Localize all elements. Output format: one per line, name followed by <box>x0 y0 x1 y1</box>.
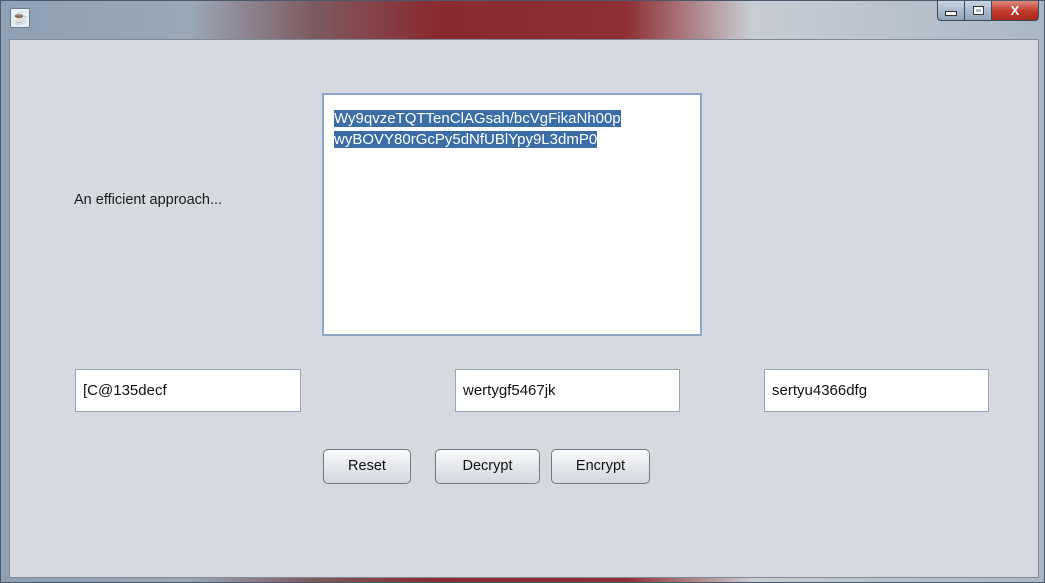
minimize-icon <box>945 11 957 16</box>
application-window: ☕ X An efficient approach... Wy9qvzeTQTT… <box>0 0 1045 583</box>
description-label: An efficient approach... <box>74 192 223 208</box>
reset-button[interactable]: Reset <box>323 449 411 484</box>
close-icon: X <box>1010 3 1020 18</box>
minimize-button[interactable] <box>937 1 965 21</box>
close-button[interactable]: X <box>992 1 1039 21</box>
window-controls: X <box>937 1 1039 23</box>
char-array-field[interactable]: [C@135decf <box>75 369 301 412</box>
selected-text-line-1: Wy9qvzeTQTTenClAGsah/bcVgFikaNh00p <box>334 110 621 127</box>
maximize-button[interactable] <box>965 1 992 21</box>
key-field[interactable]: wertygf5467jk <box>455 369 680 412</box>
maximize-icon <box>972 6 984 15</box>
selected-text-line-2: wyBOVY80rGcPy5dNfUBlYpy9L3dmP0 <box>334 131 598 148</box>
java-cup-icon[interactable]: ☕ <box>10 8 30 28</box>
encrypt-button[interactable]: Encrypt <box>551 449 650 484</box>
title-bar[interactable]: ☕ X <box>1 1 1045 39</box>
decrypt-button[interactable]: Decrypt <box>435 449 540 484</box>
content-panel: An efficient approach... Wy9qvzeTQTTenCl… <box>9 39 1039 578</box>
secret-field[interactable]: sertyu4366dfg <box>764 369 989 412</box>
output-text-area[interactable]: Wy9qvzeTQTTenClAGsah/bcVgFikaNh00p wyBOV… <box>322 93 702 336</box>
